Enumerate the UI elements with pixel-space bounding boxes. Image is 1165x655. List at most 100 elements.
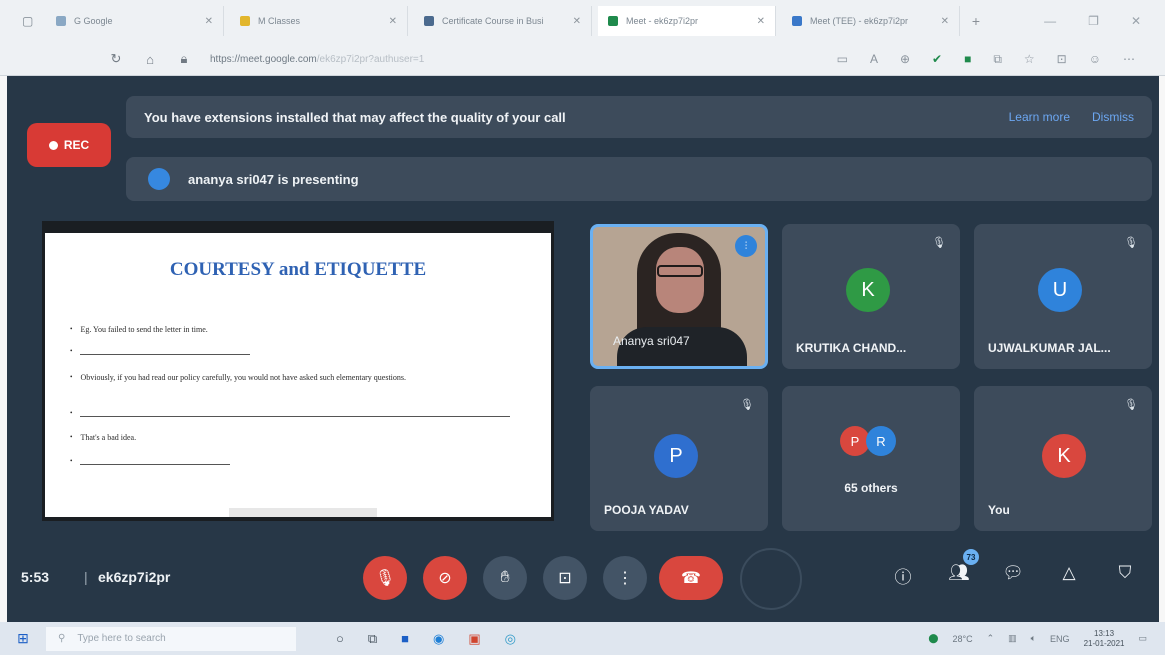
home-icon[interactable]: ⌂ (142, 52, 158, 67)
slide-line-text: Obviously, if you had read our policy ca… (80, 373, 406, 382)
network-icon[interactable]: ▥ (1008, 633, 1017, 644)
task-view-icon[interactable]: ⧉ (368, 631, 377, 647)
bullet-icon: • (70, 457, 73, 465)
bullet-icon: • (70, 347, 73, 355)
blank-line (80, 409, 510, 417)
check-extension-icon[interactable]: ✔ (932, 52, 942, 67)
mic-off-icon: 🎙︎ (374, 570, 396, 587)
tab-actions-icon[interactable]: ▢ (22, 14, 40, 28)
mic-off-icon: 🎙︎ (1124, 237, 1138, 249)
participant-name: You (988, 503, 1010, 517)
present-button[interactable]: ⊡ (543, 556, 587, 600)
search-placeholder: Type here to search (77, 633, 166, 644)
participant-tile-you[interactable]: 🎙︎ K You (974, 386, 1152, 531)
camera-toggle-button[interactable]: ⊘ (423, 556, 467, 600)
activities-icon[interactable]: △ (1057, 563, 1081, 583)
close-icon[interactable]: ✕ (757, 16, 765, 27)
camera-icon[interactable]: ▭ (837, 52, 848, 67)
taskbar-search[interactable]: ⚲ Type here to search (46, 626, 296, 651)
notifications-icon[interactable]: ▭ (1138, 633, 1147, 644)
close-icon[interactable]: ✕ (205, 16, 213, 27)
tab-classes[interactable]: M Classes ✕ (230, 6, 408, 36)
participant-tile-speaker[interactable]: ⫶ Ananya sri047 (590, 224, 768, 369)
google-favicon-icon (56, 16, 66, 26)
host-controls-icon[interactable]: ⛉ (1113, 563, 1137, 583)
raise-hand-button[interactable]: ✋︎ (483, 556, 527, 600)
close-icon[interactable]: ✕ (941, 16, 949, 27)
minimize-icon[interactable]: — (1044, 14, 1056, 28)
leave-call-button[interactable]: ☎︎ (659, 556, 723, 600)
profile-icon[interactable]: ☺ (1089, 52, 1101, 67)
url-path: /ek6zp7i2pr?authuser=1 (316, 53, 425, 65)
refresh-icon[interactable]: ↻ (108, 51, 124, 67)
learn-more-link[interactable]: Learn more (1009, 110, 1070, 124)
meeting-code: ek6zp7i2pr (98, 569, 171, 585)
info-icon[interactable]: ⓘ (891, 563, 915, 588)
extensions-banner: You have extensions installed that may a… (126, 96, 1152, 138)
zoom-icon[interactable]: ⊕ (900, 52, 910, 67)
presentation-frame[interactable]: COURTESY and ETIQUETTE • Eg. You failed t… (42, 221, 554, 521)
slide-line-text: That's a bad idea. (80, 433, 137, 442)
mic-toggle-button[interactable]: 🎙︎ (363, 556, 407, 600)
url-field[interactable]: https://meet.google.com/ek6zp7i2pr?authu… (210, 54, 424, 65)
new-tab-button[interactable]: + (966, 13, 986, 29)
camera-off-icon: ⊘ (438, 570, 452, 587)
people-icon[interactable]: 👥︎ (947, 563, 971, 583)
weather-text[interactable]: 28°C (952, 634, 972, 644)
participant-tile-ujwalkumar[interactable]: 🎙︎ U UJWALKUMAR JAL... (974, 224, 1152, 369)
cortana-icon[interactable]: ○ (336, 631, 344, 647)
audio-level-icon: ⫶ (735, 235, 757, 257)
store-icon[interactable]: ■ (401, 631, 409, 647)
search-icon: ⚲ (58, 633, 66, 644)
edge-icon[interactable]: ◉ (433, 631, 444, 647)
puzzle-icon[interactable]: ⧉ (993, 52, 1002, 67)
hand-icon: ✋︎ (500, 569, 510, 586)
presenting-text: ananya sri047 is presenting (188, 171, 359, 187)
read-aloud-icon[interactable]: A (870, 52, 878, 67)
maximize-icon[interactable]: ❐ (1088, 14, 1099, 28)
chat-icon[interactable]: 💬︎ (1001, 563, 1025, 583)
presenting-banner: ananya sri047 is presenting (126, 157, 1152, 201)
slide-title: COURTESY and ETIQUETTE (169, 259, 427, 280)
recording-label: REC (63, 138, 90, 152)
extension-icon[interactable]: ■ (964, 52, 971, 67)
menu-icon[interactable]: ⋯ (1123, 52, 1135, 67)
collections-icon[interactable]: ⊡ (1057, 52, 1067, 67)
tray-chevron-icon[interactable]: ⌃ (987, 633, 995, 644)
participants-count-badge: 73 (963, 549, 979, 565)
tab-certificate-course[interactable]: Certificate Course in Busi ✕ (414, 6, 592, 36)
speaker-glasses (657, 265, 703, 277)
url-host: https://meet.google.com (210, 53, 317, 65)
participant-tile-krutika[interactable]: 🎙︎ K KRUTIKA CHAND... (782, 224, 960, 369)
avatar: K (846, 268, 890, 312)
recording-badge: REC (27, 123, 111, 167)
close-icon[interactable]: ✕ (389, 16, 397, 27)
tab-meet[interactable]: Meet - ek6zp7i2pr ✕ (598, 6, 776, 36)
close-icon[interactable]: ✕ (573, 16, 581, 27)
language-text[interactable]: ENG (1050, 634, 1070, 644)
taskbar-clock[interactable]: 13:13 21-01-2021 (1084, 629, 1125, 649)
participant-tile-others[interactable]: P R 65 others (782, 386, 960, 531)
star-icon[interactable]: ☆ (1024, 52, 1035, 67)
tab-strip: ▢ G Google ✕ M Classes ✕ Certificate Cou… (0, 0, 1165, 42)
tab-meet-tee[interactable]: Meet (TEE) - ek6zp7i2pr ✕ (782, 6, 960, 36)
mic-off-icon: 🎙︎ (1124, 399, 1138, 411)
separator: | (84, 569, 88, 585)
tab-title: Meet (TEE) - ek6zp7i2pr (810, 16, 909, 26)
app-icon[interactable]: ◎ (505, 631, 516, 647)
dismiss-button[interactable]: Dismiss (1092, 110, 1134, 124)
address-bar: ↻ ⌂ 🔒︎ https://meet.google.com/ek6zp7i2p… (0, 42, 1165, 76)
slide-line-text: Eg. You failed to send the letter in tim… (80, 325, 208, 334)
volume-icon[interactable]: 🔈︎ (1031, 633, 1036, 644)
slide-blank-line: • (70, 409, 510, 418)
ghost-circle (740, 548, 802, 610)
powerpoint-icon[interactable]: ▣ (468, 631, 480, 647)
slide-footer (229, 508, 377, 517)
more-options-button[interactable]: ⋮ (603, 556, 647, 600)
participant-tile-pooja[interactable]: 🎙︎ P POOJA YADAV (590, 386, 768, 531)
security-icon[interactable]: ⬤ (928, 633, 938, 644)
windows-start-icon[interactable]: ⊞ (6, 630, 40, 647)
tab-google[interactable]: G Google ✕ (46, 6, 224, 36)
close-window-icon[interactable]: ✕ (1131, 14, 1141, 28)
blank-line (80, 347, 251, 355)
